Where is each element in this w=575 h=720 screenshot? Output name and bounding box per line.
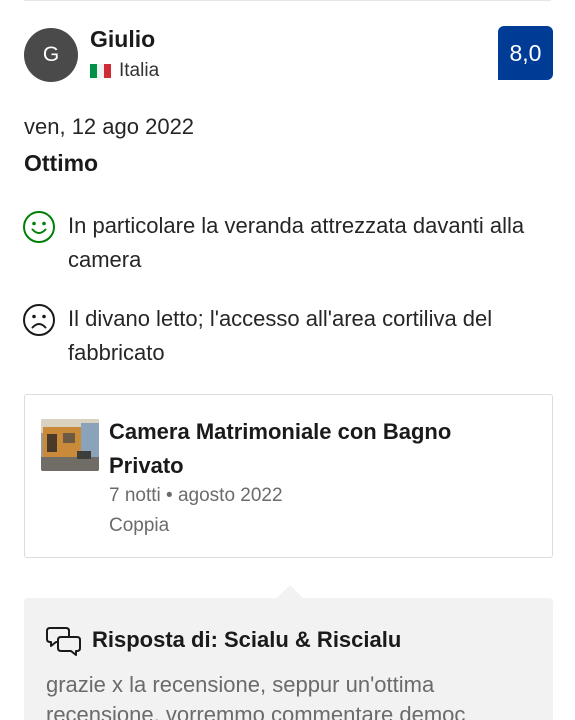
review-date: ven, 12 ago 2022 [24,114,195,139]
room-name: Camera Matrimoniale con Bagno Privato [109,419,452,478]
positive-text: In particolare la veranda attrezzata dav… [68,213,525,272]
review-header: G Giulio Italia 8,0 [24,24,553,84]
score-badge: 8,0 [498,26,553,80]
room-stay: 7 notti • agosto 2022 [109,485,283,506]
reply-pointer [276,585,304,599]
reply-title: Risposta di: Scialu & Riscialu [92,627,402,652]
positive-comment: In particolare la veranda attrezzata dav… [22,209,542,277]
top-divider [24,0,551,1]
reviewer-name: Giulio [90,26,156,52]
negative-text: Il divano letto; l'accesso all'area cort… [68,306,493,365]
country-label: Italia [119,60,160,81]
italy-flag-icon [90,64,111,78]
property-reply: Risposta di: Scialu & Riscialu grazie x … [24,598,553,720]
chat-bubbles-icon [46,627,81,656]
review-title: Ottimo [24,150,99,176]
frown-icon [23,304,55,336]
smile-icon [23,211,55,243]
negative-comment: Il divano letto; l'accesso all'area cort… [22,302,542,370]
traveler-type: Coppia [109,515,170,536]
reply-header: Risposta di: Scialu & Riscialu [46,624,401,656]
reply-text: grazie x la recensione, seppur un'ottima… [46,672,466,720]
room-card: Camera Matrimoniale con Bagno Privato 7 … [24,394,553,558]
reviewer-country: Italia [90,60,159,82]
room-photo [41,419,99,471]
avatar: G [24,28,78,82]
